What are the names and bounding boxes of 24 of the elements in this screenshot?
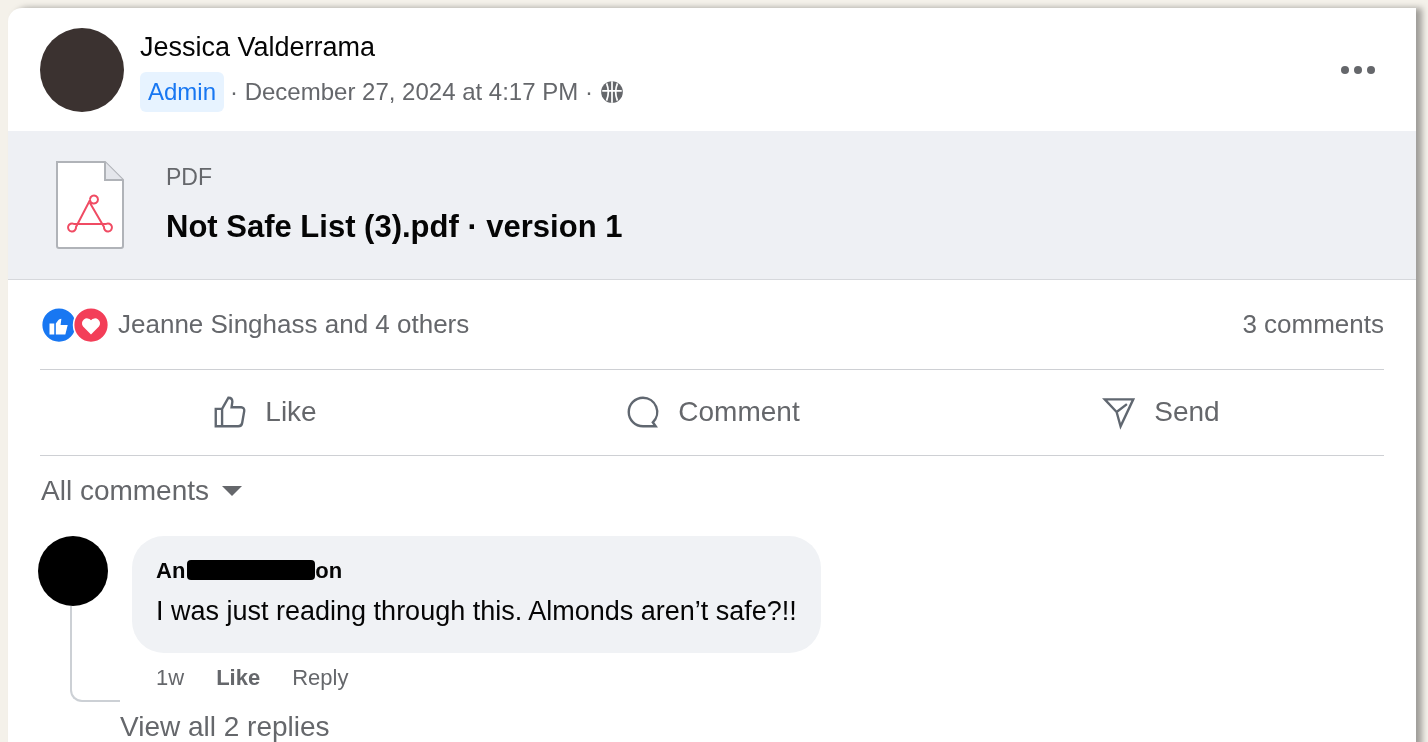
post-action-button[interactable]: Comment <box>488 370 936 455</box>
file-name[interactable]: Not Safe List (3).pdf · version 1 <box>166 204 623 251</box>
comment-text: I was just reading through this. Almonds aren’t safe?!! <box>156 594 797 628</box>
globe-icon <box>598 78 625 105</box>
more-options-icon[interactable] <box>1340 64 1376 75</box>
reactions-summary[interactable]: Jeanne Singhass and 4 others <box>118 305 470 345</box>
comment-time[interactable]: 1w <box>156 661 185 694</box>
post-action-button[interactable]: Like <box>40 370 488 455</box>
admin-badge: Admin <box>140 71 225 112</box>
comment-count[interactable]: 3 comments <box>1242 305 1384 345</box>
pdf-file-icon <box>54 159 126 252</box>
file-type-label: PDF <box>166 162 213 192</box>
caret-icon <box>221 484 244 497</box>
heart-reaction-icon <box>72 305 110 344</box>
comments-filter-dropdown[interactable]: All comments <box>41 469 244 512</box>
commenter-name-end[interactable]: on <box>315 553 343 587</box>
view-replies-link[interactable]: View all 2 replies <box>120 706 330 742</box>
post-timestamp[interactable]: · December 27, 2024 at 4:17 PM · <box>230 73 593 110</box>
author-name[interactable]: Jessica Valderrama <box>140 27 625 68</box>
commenter-name-start[interactable]: An <box>156 553 186 587</box>
post-action-button[interactable]: Send <box>936 370 1384 455</box>
comment-like-link[interactable]: Like <box>216 661 261 694</box>
comment-reply-link[interactable]: Reply <box>292 661 349 694</box>
file-attachment[interactable]: PDF Not Safe List (3).pdf · version 1 <box>8 131 1416 281</box>
